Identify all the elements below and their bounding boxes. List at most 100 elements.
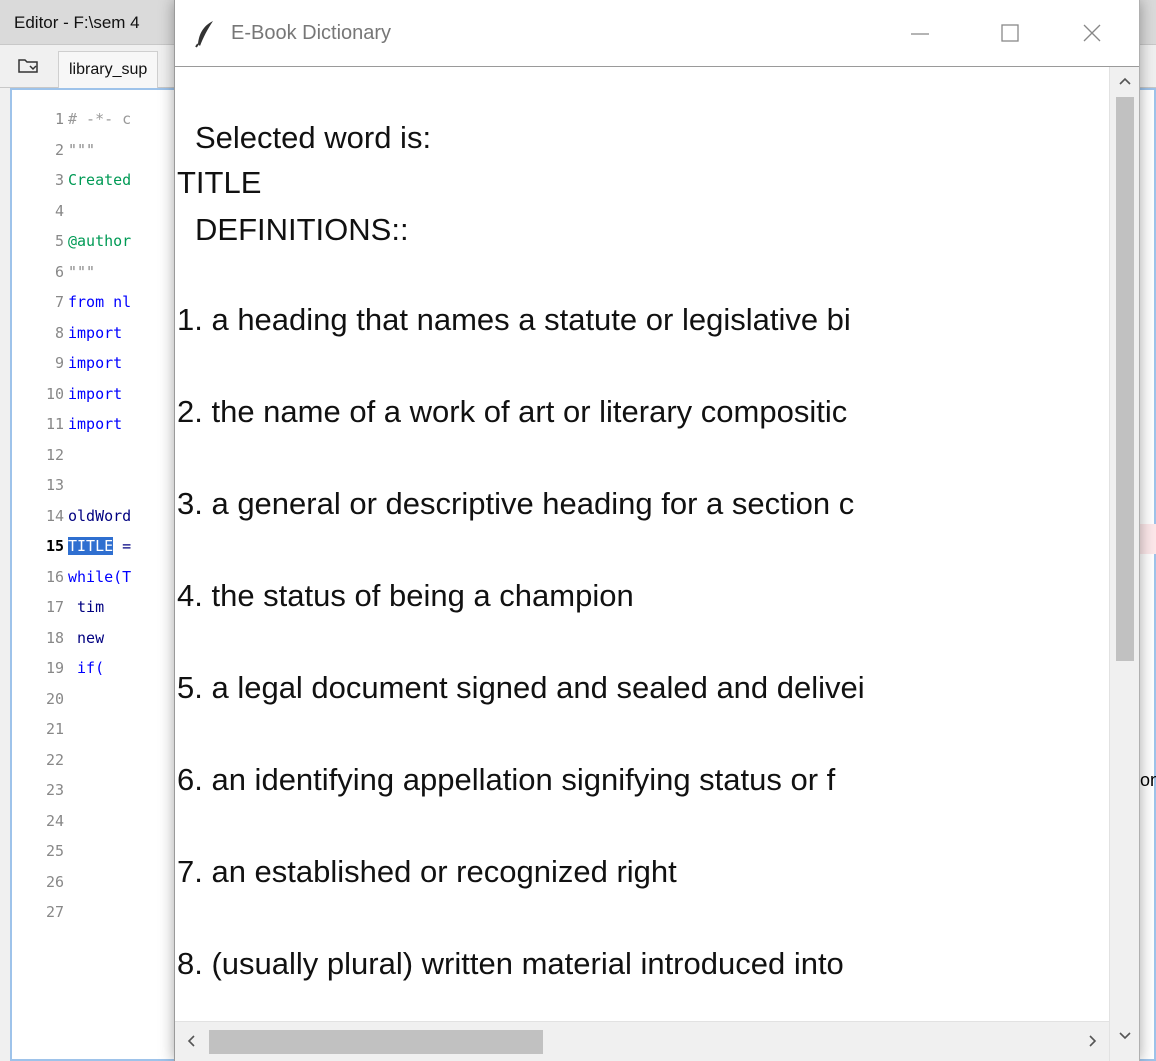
line-number: 3 xyxy=(54,171,64,189)
line-number: 1 xyxy=(54,110,64,128)
code-line: 4 xyxy=(14,196,194,227)
selected-word: TITLE xyxy=(177,165,262,200)
code-line: 8 import xyxy=(14,318,194,349)
code-text: new xyxy=(68,628,105,647)
code-line: 26 xyxy=(14,867,194,898)
code-text: @author xyxy=(68,232,132,250)
definition-item: 1. a heading that names a statute or leg… xyxy=(177,302,851,337)
code-line: 21 xyxy=(14,714,194,745)
code-line: 10 import xyxy=(14,379,194,410)
line-number: 21 xyxy=(45,720,64,738)
line-number: 19 xyxy=(45,659,64,677)
code-text: TITLE xyxy=(68,537,114,555)
line-number: 18 xyxy=(45,628,64,647)
line-number: 5 xyxy=(54,232,64,250)
line-number: 15 xyxy=(45,537,64,555)
code-line: 5 @author xyxy=(14,226,194,257)
line-number: 16 xyxy=(45,567,64,586)
line-number: 25 xyxy=(45,842,64,860)
code-line: 16 while(T xyxy=(14,562,194,593)
minimize-button[interactable] xyxy=(897,10,943,56)
line-number: 27 xyxy=(45,903,64,921)
definition-item: 5. a legal document signed and sealed an… xyxy=(177,670,865,705)
code-lines[interactable]: 1 # -*- c 2 """ 3 Created 4 5 @author 6 """ 7 from n… xyxy=(14,104,194,928)
editor-file-tab[interactable]: library_sup xyxy=(58,51,159,88)
code-text: import xyxy=(68,354,123,372)
code-text: from nl xyxy=(68,293,132,311)
code-line: 18 new xyxy=(14,623,194,654)
code-line: 9 import xyxy=(14,348,194,379)
line-number: 13 xyxy=(45,476,64,494)
line-number: 26 xyxy=(45,872,64,891)
definition-item: 4. the status of being a champion xyxy=(177,578,634,613)
line-number: 17 xyxy=(45,598,64,616)
feather-icon xyxy=(195,21,213,48)
line-number: 4 xyxy=(54,201,64,220)
code-line: 25 xyxy=(14,836,194,867)
horizontal-scroll-thumb[interactable] xyxy=(209,1030,543,1054)
close-button[interactable] xyxy=(1069,10,1115,56)
code-text: """ xyxy=(68,262,96,281)
code-text: """ xyxy=(68,140,96,159)
line-number: 23 xyxy=(45,781,64,799)
scroll-right-icon[interactable] xyxy=(1087,1034,1099,1048)
maximize-button[interactable] xyxy=(987,10,1033,56)
code-line: 22 xyxy=(14,745,194,776)
code-text: import xyxy=(68,323,123,342)
code-text-suffix: = xyxy=(113,537,132,555)
code-line: 19 if( xyxy=(14,653,194,684)
code-text: import xyxy=(68,415,123,433)
code-text: Created xyxy=(68,171,132,189)
line-number: 8 xyxy=(54,323,64,342)
code-text: oldWord xyxy=(68,506,132,525)
line-highlight-marker xyxy=(1138,524,1156,554)
line-number: 9 xyxy=(54,354,64,372)
line-number: 14 xyxy=(45,506,64,525)
line-number: 12 xyxy=(45,445,64,464)
code-text: tim xyxy=(68,598,105,616)
scroll-up-icon[interactable] xyxy=(1118,75,1132,87)
code-line: 13 xyxy=(14,470,194,501)
definition-item: 7. an established or recognized right xyxy=(177,854,677,889)
code-text: if( xyxy=(68,659,105,677)
line-number: 2 xyxy=(54,140,64,159)
definition-item: 2. the name of a work of art or literary… xyxy=(177,394,848,429)
code-text: while(T xyxy=(68,567,132,586)
definition-text-area[interactable]: Selected word is: TITLE DEFINITIONS:: 1.… xyxy=(175,67,1109,1021)
dialog-title-bar[interactable]: E-Book Dictionary xyxy=(175,0,1139,67)
code-line: 14 oldWord xyxy=(14,501,194,532)
scroll-left-icon[interactable] xyxy=(185,1034,197,1048)
code-line: 20 xyxy=(14,684,194,715)
code-line: 3 Created xyxy=(14,165,194,196)
scroll-down-icon[interactable] xyxy=(1118,1030,1132,1042)
code-line: 15 TITLE = xyxy=(14,531,194,562)
dialog-title: E-Book Dictionary xyxy=(231,22,392,44)
code-line: 12 xyxy=(14,440,194,471)
definitions-label: DEFINITIONS:: xyxy=(195,212,409,247)
selected-word-label: Selected word is: xyxy=(195,120,432,155)
definition-item: 3. a general or descriptive heading for … xyxy=(177,486,855,521)
folder-icon[interactable] xyxy=(18,57,38,73)
code-line: 24 xyxy=(14,806,194,837)
code-fragment-right: on xyxy=(1140,770,1156,790)
dictionary-dialog: E-Book Dictionary Selected word is: TITL… xyxy=(174,0,1140,1061)
line-number: 24 xyxy=(45,811,64,830)
code-line: 2 """ xyxy=(14,135,194,166)
definition-item: 6. an identifying appellation signifying… xyxy=(177,762,836,797)
code-line: 17 tim xyxy=(14,592,194,623)
code-line: 1 # -*- c xyxy=(14,104,194,135)
code-text: import xyxy=(68,384,123,403)
code-text: # -*- c xyxy=(68,110,132,128)
vertical-scrollbar[interactable] xyxy=(1109,67,1139,1061)
line-number: 22 xyxy=(45,750,64,769)
code-line: 11 import xyxy=(14,409,194,440)
line-number: 7 xyxy=(54,293,64,311)
horizontal-scrollbar[interactable] xyxy=(175,1021,1109,1061)
editor-title: Editor - F:\sem 4 xyxy=(14,13,140,32)
vertical-scroll-thumb[interactable] xyxy=(1116,97,1134,661)
code-line: 6 """ xyxy=(14,257,194,288)
line-number: 6 xyxy=(54,262,64,281)
line-number: 20 xyxy=(45,689,64,708)
definition-item: 8. (usually plural) written material int… xyxy=(177,946,844,981)
line-number: 10 xyxy=(45,384,64,403)
